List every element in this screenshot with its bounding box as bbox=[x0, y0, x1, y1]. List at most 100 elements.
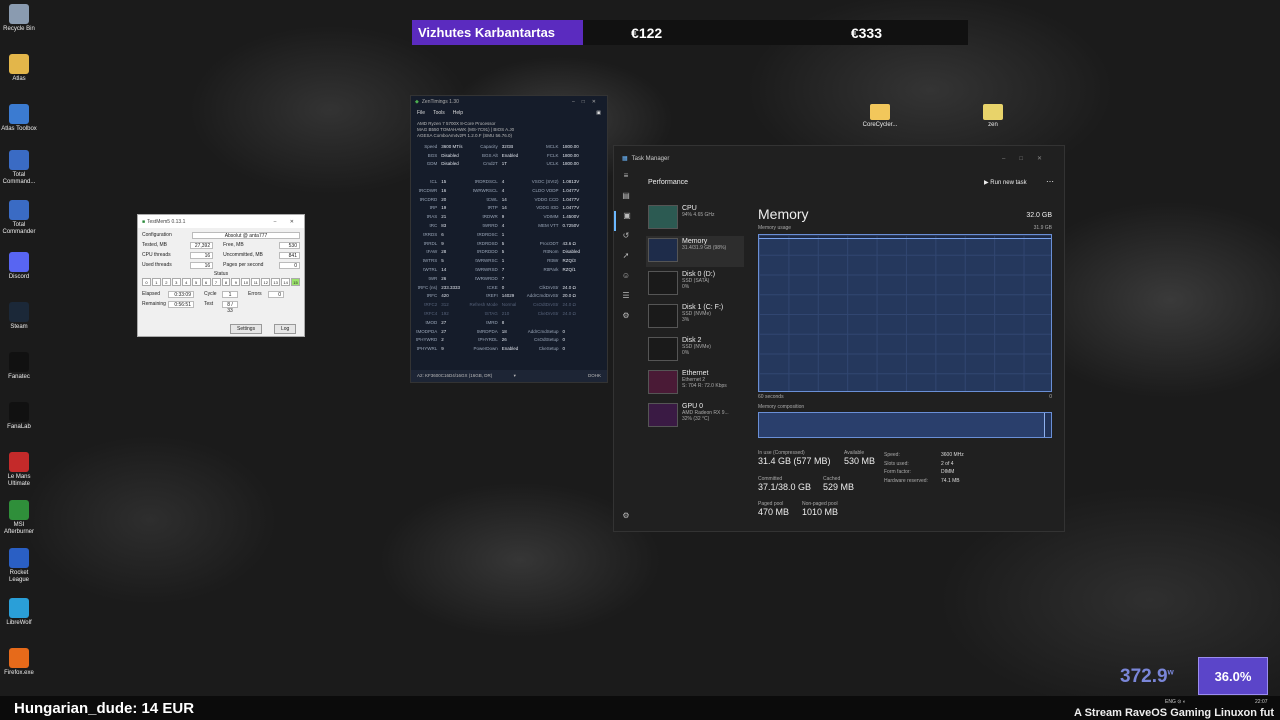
timing-value: 14 bbox=[501, 205, 507, 211]
menu-tools[interactable]: Tools bbox=[433, 110, 445, 116]
timing-label: ProcODT bbox=[539, 240, 559, 246]
status-cell: 1 bbox=[151, 278, 161, 286]
network-icon[interactable]: ⊙ bbox=[1177, 699, 1181, 705]
timing-value: 210 bbox=[501, 311, 510, 317]
desktop-icon-label: Le Mans Ultimate bbox=[7, 474, 31, 487]
timing-value: 7 bbox=[501, 267, 505, 273]
history-icon[interactable]: ↺ bbox=[614, 231, 638, 251]
screenshot-icon[interactable]: ▣ bbox=[596, 110, 601, 116]
users-icon[interactable]: ☺ bbox=[614, 271, 638, 291]
desktop-icon[interactable]: Firefox.exe bbox=[0, 648, 38, 677]
resource-detail: 0% bbox=[682, 284, 690, 290]
timing-row: tRFC2 312 Refresh Mode Normal CsOdtDrvStr 24.… bbox=[415, 300, 584, 309]
desktop-icon[interactable]: Atlas Toolbox bbox=[0, 104, 38, 133]
window-controls[interactable]: –□✕ bbox=[1002, 155, 1056, 162]
hamburger-icon[interactable]: ≡ bbox=[614, 171, 638, 191]
window-controls[interactable]: – ✕ bbox=[274, 219, 300, 225]
resource-item[interactable]: Disk 0 (D:) SSD (SATA) 0% bbox=[646, 269, 744, 300]
desktop-icon[interactable]: Le Mans Ultimate bbox=[0, 452, 38, 488]
menu-file[interactable]: File bbox=[417, 110, 425, 116]
resource-item[interactable]: GPU 0 AMD Radeon RX 9... 32% (32 °C) bbox=[646, 401, 744, 432]
timing-row: tRCDRD 20 tCWL 14 VDDG CCD 1.0477V bbox=[415, 195, 584, 204]
desktop-icon[interactable]: Atlas bbox=[0, 54, 38, 83]
fanalab-icon bbox=[9, 402, 29, 422]
task-manager-titlebar[interactable]: ▦ Task Manager –□✕ bbox=[614, 146, 1064, 171]
desktop-icon[interactable]: Total Command... bbox=[0, 150, 38, 186]
testmem-titlebar[interactable]: ■ TestMem5 0.13.1 – ✕ bbox=[138, 215, 304, 228]
timing-value: 28 bbox=[441, 249, 447, 255]
system-tray[interactable]: ENG ⊙ ◐ bbox=[1165, 699, 1186, 705]
desktop-folder-zen[interactable]: zen bbox=[973, 104, 1013, 128]
timing-row: tWTRL 14 tWRWRSD 7 RttPark RZQ/1 bbox=[415, 265, 584, 274]
settings-button[interactable]: Settings bbox=[230, 324, 263, 334]
language-indicator[interactable]: ENG bbox=[1165, 699, 1176, 705]
desktop-icon[interactable]: LibreWolf bbox=[0, 598, 38, 627]
desktop-icon[interactable]: Fanatec bbox=[0, 352, 38, 381]
processes-icon[interactable]: ▤ bbox=[614, 191, 638, 211]
menu-help[interactable]: Help bbox=[453, 110, 463, 116]
banner-value-goal: €333 bbox=[850, 24, 882, 41]
resource-name: Disk 0 (D:) bbox=[682, 271, 716, 278]
tested-label: Tested, MB bbox=[142, 242, 168, 248]
resource-item[interactable]: Memory 31.4/31.9 GB (98%) bbox=[646, 236, 744, 267]
system-info: AMD Ryzen 7 5700X 8-Core Processor MAG B… bbox=[411, 118, 607, 142]
errors-value: 0 bbox=[268, 290, 284, 298]
stat-nonpaged: Non-paged pool 1010 MB bbox=[802, 501, 838, 517]
stat-value: 529 MB bbox=[823, 482, 855, 492]
timing-label: AddrCmdSetup bbox=[527, 328, 559, 334]
timing-value: 24.0 Ω bbox=[562, 284, 576, 290]
volume-icon[interactable]: ◐ bbox=[1183, 699, 1186, 705]
desktop-icon-label: Firefox.exe bbox=[4, 670, 34, 676]
timing-value: 1T bbox=[501, 161, 508, 167]
performance-icon[interactable]: ▣ bbox=[614, 211, 638, 231]
resource-name: Ethernet bbox=[682, 370, 709, 377]
resource-item[interactable]: CPU 94% 4.65 GHz bbox=[646, 203, 744, 234]
desktop-icon[interactable]: FanaLab bbox=[0, 402, 38, 431]
settings-icon[interactable]: ⚙ bbox=[614, 511, 638, 531]
spec-value: 2 of 4 bbox=[941, 460, 954, 467]
timing-label bbox=[523, 318, 562, 327]
timing-label: tMODPDA bbox=[416, 328, 438, 334]
config-row: Configuration Absolut @ anta777 bbox=[138, 231, 304, 239]
timing-label: tRRDS bbox=[423, 231, 438, 237]
zentimings-titlebar[interactable]: ◆ ZenTimings 1.30 –□✕ bbox=[411, 96, 607, 108]
spec-label: Slots used: bbox=[884, 460, 909, 467]
log-button[interactable]: Log bbox=[274, 324, 297, 334]
desktop-icon-label: Discord bbox=[8, 274, 30, 280]
timing-label: RttNom bbox=[543, 249, 559, 255]
desktop-icon[interactable]: Discord bbox=[0, 252, 38, 281]
status-cell: 8 bbox=[221, 278, 231, 286]
config-value: Absolut @ anta777 bbox=[192, 231, 300, 239]
window-controls[interactable]: –□✕ bbox=[572, 99, 603, 105]
more-options-icon[interactable]: ⋯ bbox=[1046, 177, 1054, 186]
tested-value: 27,392 bbox=[189, 241, 214, 249]
chevron-down-icon: ▾ bbox=[513, 373, 516, 378]
clock[interactable]: 22:07 bbox=[1255, 699, 1268, 705]
desktop-icon[interactable]: MSI Afterburner bbox=[0, 500, 38, 536]
timing-label: tRDRDSC bbox=[477, 231, 498, 237]
recycle-bin-icon bbox=[9, 4, 29, 24]
desktop-folder-corecycler[interactable]: CoreCycler... bbox=[860, 104, 900, 128]
desktop-icon-label: Recycle Bin bbox=[3, 26, 35, 32]
resource-item[interactable]: Disk 1 (C: F:) SSD (NVMe) 3% bbox=[646, 302, 744, 333]
zentimings-window: ◆ ZenTimings 1.30 –□✕ File Tools Help ▣ … bbox=[410, 95, 608, 383]
resource-detail: 32% (32 °C) bbox=[682, 416, 710, 422]
test-value: 8 / 33 bbox=[222, 300, 238, 314]
desktop-icon[interactable]: Total Commander bbox=[0, 200, 38, 236]
desktop-icon[interactable]: Recycle Bin bbox=[0, 4, 38, 33]
services-icon[interactable]: ⚙ bbox=[614, 311, 638, 331]
resource-item[interactable]: Ethernet Ethernet 2 S: 704 R: 72.0 Kbps bbox=[646, 368, 744, 399]
uncommitted-value: 841 bbox=[278, 251, 300, 259]
desktop-icon[interactable]: Rocket League bbox=[0, 548, 38, 584]
dimm-selector[interactable]: A2: KF3600C16D4/16GX (16GB, DR) ▾ DOHK bbox=[411, 370, 607, 382]
run-new-task-button[interactable]: ▶ Run new task bbox=[984, 179, 1027, 186]
startup-icon[interactable]: ➚ bbox=[614, 251, 638, 271]
usage-max: 31.9 GB bbox=[1033, 225, 1052, 231]
stat-paged: Paged pool 470 MB bbox=[758, 501, 789, 517]
desktop-icon[interactable]: Steam bbox=[0, 302, 38, 331]
timing-row: tRRDL 9 tRDRDSD 5 ProcODT 43.6 Ω bbox=[415, 239, 584, 248]
timing-label bbox=[464, 168, 501, 177]
details-icon[interactable]: ☰ bbox=[614, 291, 638, 311]
resource-item[interactable]: Disk 2 SSD (NVMe) 0% bbox=[646, 335, 744, 366]
timing-label: tRDRDSCL bbox=[474, 179, 498, 185]
